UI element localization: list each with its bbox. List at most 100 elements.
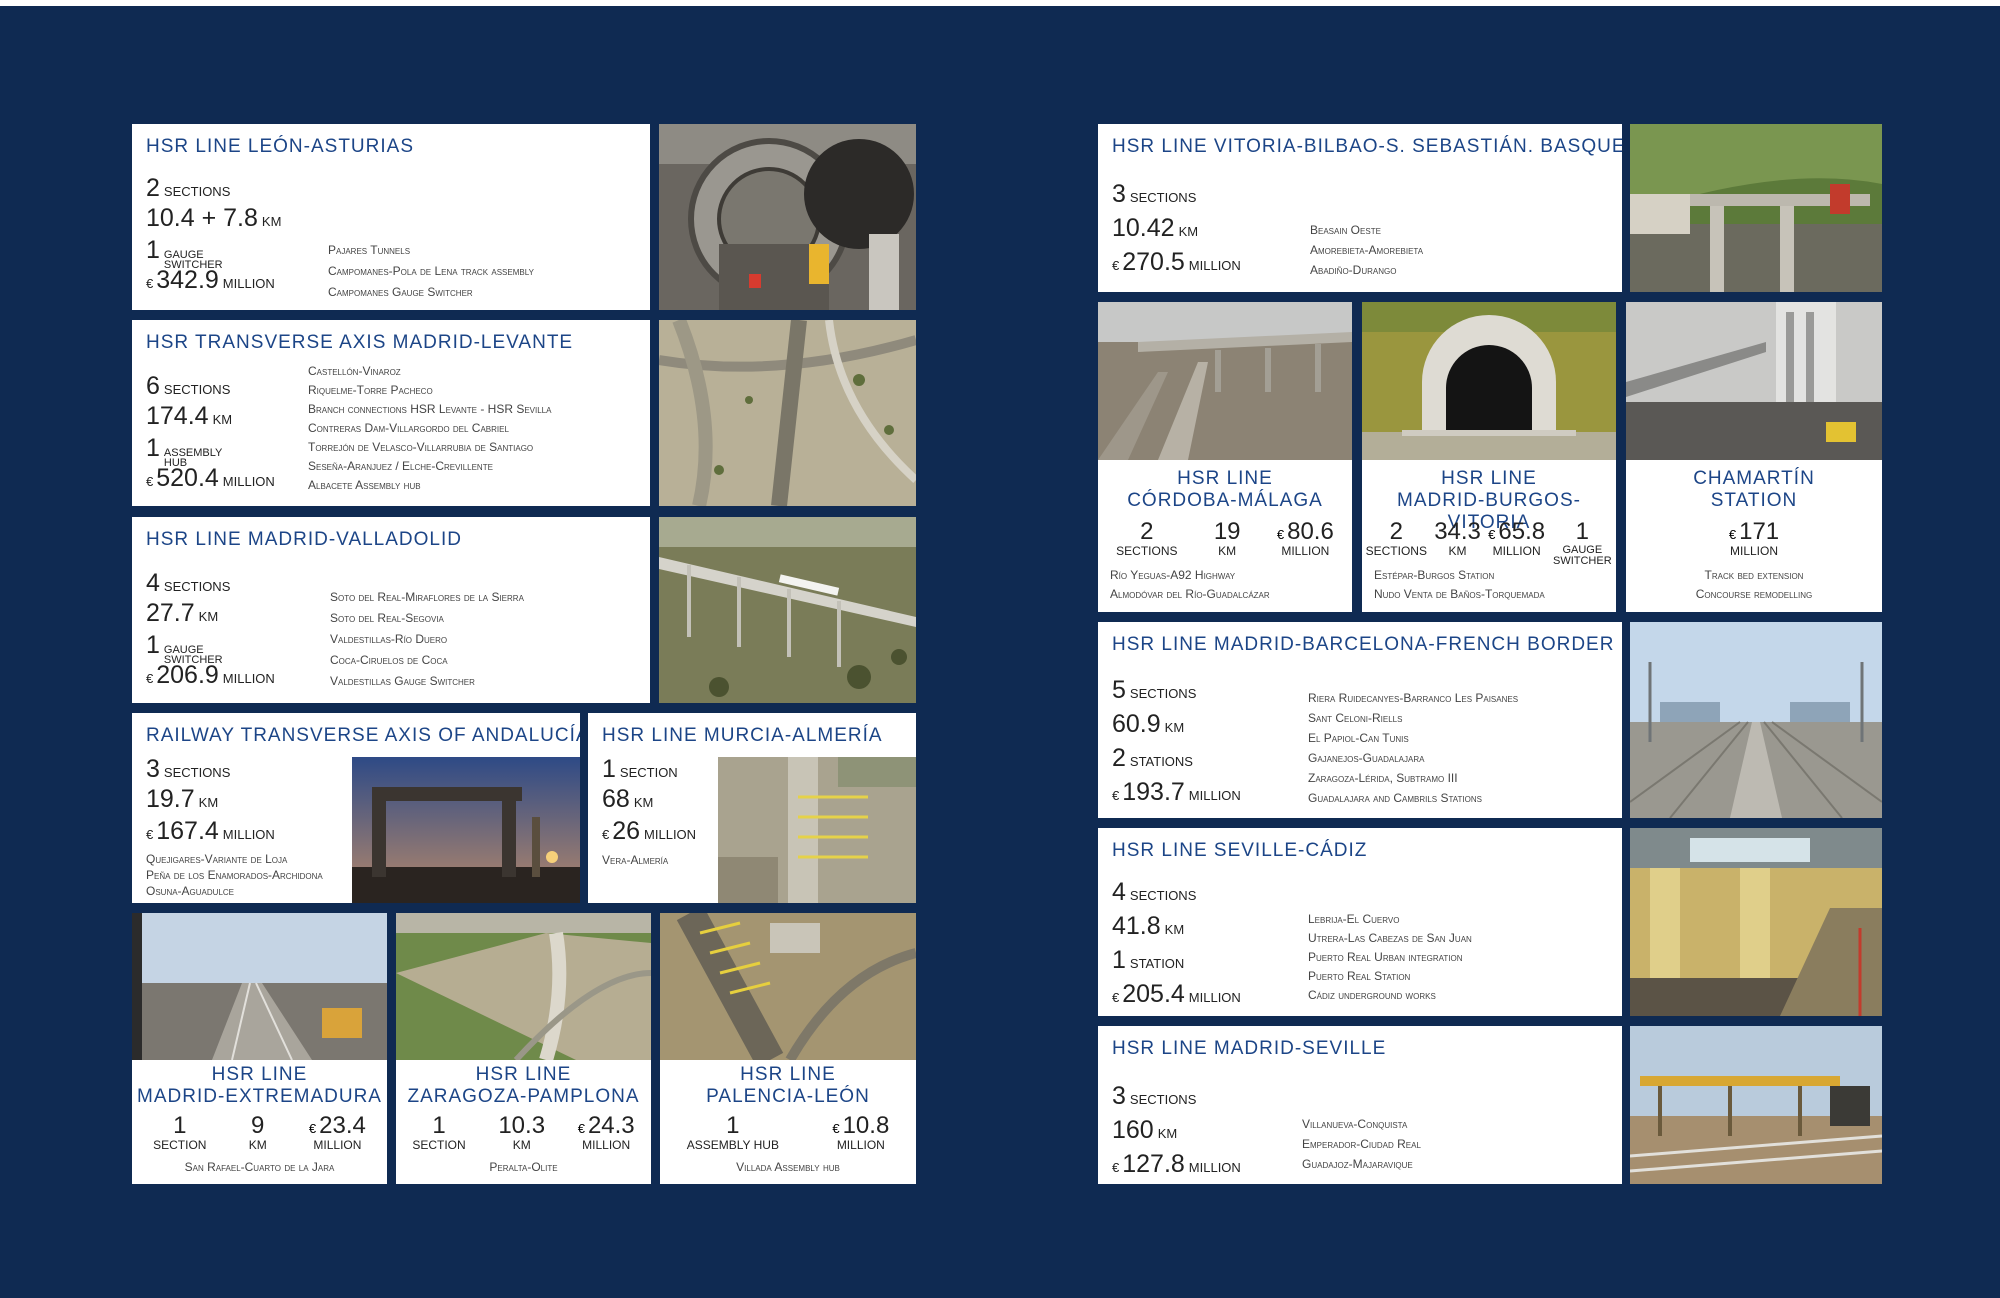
- card-leon-asturias: HSR LINE LEÓN-ASTURIAS 2 SECTIONS 10.4 + …: [132, 124, 650, 310]
- works-list: Track bed extension Concourse remodellin…: [1626, 566, 1882, 604]
- stat-number: 2: [1389, 518, 1403, 545]
- works-item: Riquelme-Torre Pacheco: [308, 383, 433, 397]
- works-item: Seseña-Aranjuez / Elche-Crevillente: [308, 459, 493, 473]
- card-title: HSR LINE MADRID-VALLADOLID: [146, 529, 462, 550]
- works-item: Beasain Oeste: [1310, 223, 1381, 237]
- photo-track-laying: [132, 913, 387, 1060]
- stat-number: 1: [173, 1112, 187, 1139]
- works-item: Lebrija-El Cuervo: [1308, 912, 1400, 926]
- stat-number: 1: [602, 755, 616, 783]
- photo-tunnel-portal: [1362, 302, 1616, 460]
- works-item: Concourse remodelling: [1695, 587, 1813, 601]
- euro-sign: €: [146, 671, 154, 686]
- stat-number: 23.4: [319, 1112, 366, 1139]
- euro-sign: €: [146, 827, 154, 842]
- stat-unit: MILLION: [1188, 1160, 1241, 1175]
- works-list: Beasain Oeste Amorebieta-Amorebieta Abad…: [1310, 220, 1423, 280]
- stat-number: 80.6: [1287, 518, 1334, 545]
- stat-number: 5: [1112, 676, 1126, 704]
- stat-number: 1: [146, 236, 160, 264]
- card-title-line2: STATION: [1710, 490, 1798, 511]
- stat-number: 10.3: [498, 1112, 546, 1139]
- stat-number: 342.9: [156, 266, 219, 294]
- works-item: Cádiz underground works: [1308, 988, 1436, 1002]
- stat-unit: KM: [1178, 224, 1199, 239]
- stat-unit: ASSEMBLY HUB: [686, 1138, 779, 1152]
- stat-unit: STATION: [1129, 956, 1185, 971]
- stat-unit: KM: [512, 1138, 531, 1152]
- works-item: Nudo Venta de Baños-Torquemada: [1374, 587, 1545, 601]
- works-item: Emperador-Ciudad Real: [1302, 1137, 1421, 1151]
- card-stats: 5 SECTIONS 60.9 KM 2 STATIONS €193.7 MILLION: [1112, 678, 1241, 805]
- works-list: Riera Ruidecanyes-Barranco Les Paisanes …: [1308, 688, 1518, 808]
- stat-unit: MILLION: [644, 827, 697, 842]
- stat-number: 41.8: [1112, 912, 1161, 940]
- works-item: Soto del Real-Segovia: [330, 611, 444, 625]
- stat-unit: MILLION: [313, 1138, 362, 1152]
- stat-unit: KM: [248, 1138, 267, 1152]
- works-list: Peralta-Olite: [396, 1158, 651, 1177]
- card-stats: 1 SECTION 10.3 KM €24.3 MILLION: [396, 1112, 651, 1152]
- stat-number: 6: [146, 372, 160, 400]
- card-title: HSR LINE MADRID-BARCELONA-FRENCH BORDER: [1112, 634, 1615, 655]
- stat-unit: KM: [1448, 544, 1467, 558]
- works-list: Río Yeguas-A92 Highway Almodóvar del Río…: [1110, 566, 1270, 604]
- stat-unit: KM: [1164, 922, 1185, 937]
- stat-number: 9: [251, 1112, 265, 1139]
- stat-number: 205.4: [1122, 980, 1185, 1008]
- works-item: Peña de los Enamorados-Archidona: [146, 868, 323, 882]
- euro-sign: €: [1112, 990, 1120, 1005]
- stat-unit: KM: [212, 412, 233, 427]
- card-madrid-barcelona: HSR LINE MADRID-BARCELONA-FRENCH BORDER …: [1098, 622, 1622, 818]
- card-basque-y: HSR LINE VITORIA-BILBAO-S. SEBASTIÁN. BA…: [1098, 124, 1622, 292]
- photo-track-machinery: [1630, 1026, 1882, 1184]
- stat-unit: GAUGE SWITCHER: [1552, 544, 1612, 567]
- stat-number: 34.3: [1434, 518, 1481, 545]
- stat-number: 60.9: [1112, 710, 1161, 738]
- stat-unit: SECTION: [412, 1138, 466, 1152]
- card-murcia-almeria: HSR LINE MURCIA-ALMERÍA 1 SECTION 68 KM €2…: [588, 713, 916, 903]
- works-item: Puerto Real Urban integration: [1308, 950, 1463, 964]
- stat-unit: STATIONS: [1129, 754, 1193, 769]
- stat-number: 19: [1213, 518, 1241, 545]
- stat-number: 1: [146, 434, 160, 462]
- stat-unit: MILLION: [1492, 544, 1541, 558]
- works-item: Campomanes Gauge Switcher: [328, 285, 473, 299]
- stat-number: 3: [1112, 1082, 1126, 1110]
- card-title: HSR LINE MADRID-SEVILLE: [1112, 1038, 1387, 1059]
- stat-unit: MILLION: [222, 671, 275, 686]
- works-item: Puerto Real Station: [1308, 969, 1411, 983]
- stat-number: 26: [612, 817, 641, 845]
- stat-number: 1: [146, 631, 160, 659]
- stat-number: 520.4: [156, 464, 219, 492]
- works-item: Villada Assembly hub: [736, 1160, 840, 1174]
- stat-unit: SECTIONS: [163, 765, 231, 780]
- works-item: Valdestillas Gauge Switcher: [330, 674, 475, 688]
- works-item: Estépar-Burgos Station: [1374, 568, 1495, 582]
- card-title-line2: ZARAGOZA-PAMPLONA: [407, 1086, 640, 1107]
- stat-unit: MILLION: [1281, 544, 1330, 558]
- card-title-line1: HSR LINE: [1177, 468, 1273, 489]
- works-item: Albacete Assembly hub: [308, 478, 421, 492]
- stat-unit: MILLION: [1729, 544, 1778, 558]
- card-stats: 2 SECTIONS 34.3 KM €65.8 MILLION 1 GAUGE SWI…: [1362, 520, 1616, 567]
- stat-unit: KM: [198, 795, 219, 810]
- stat-number: 1: [1575, 518, 1589, 545]
- card-stats: 2 SECTIONS 10.4 + 7.8 KM 1 GAUGE SWITCHER €…: [146, 176, 281, 293]
- stat-number: 206.9: [156, 661, 219, 689]
- stat-number: 2: [146, 174, 160, 202]
- works-item: Gajanejos-Guadalajara: [1308, 751, 1425, 765]
- card-stats: 4 SECTIONS 41.8 KM 1 STATION €205.4 MILLION: [1112, 880, 1241, 1007]
- photo-station-canopy: [1626, 302, 1882, 460]
- photo-aerial-construction: [718, 757, 916, 903]
- stat-number: 27.7: [146, 599, 195, 627]
- works-item: Campomanes-Pola de Lena track assembly: [328, 264, 534, 278]
- stat-number: 1: [1112, 946, 1126, 974]
- works-list: Castellón-Vinaroz Riquelme-Torre Pacheco…: [308, 362, 551, 495]
- stat-unit: MILLION: [836, 1138, 885, 1152]
- card-stats: 1 ASSEMBLY HUB €10.8 MILLION: [660, 1114, 916, 1152]
- stat-unit: KM: [1157, 1126, 1178, 1141]
- stat-number: 2: [1112, 744, 1126, 772]
- stat-number: 193.7: [1122, 778, 1185, 806]
- works-item: Guadajoz-Majaravique: [1302, 1157, 1413, 1171]
